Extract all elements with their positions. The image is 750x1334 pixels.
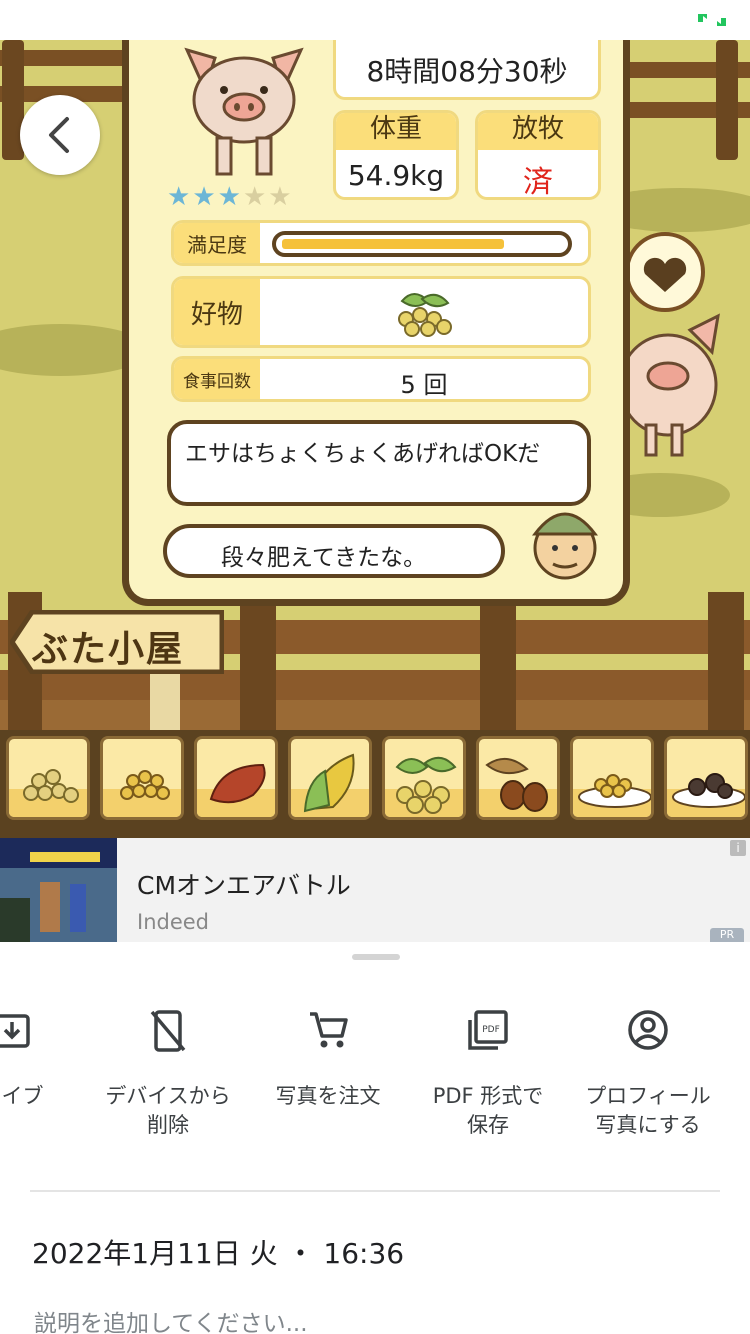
sweet-potato-icon xyxy=(209,763,266,804)
save-pdf-label: PDF 形式で 保存 xyxy=(432,1084,544,1137)
timer-text: 8時間08分30秒 xyxy=(366,55,568,88)
farmer-icon xyxy=(531,512,599,580)
favorite-label: 好物 xyxy=(174,279,260,345)
star-filled-icon: ★ xyxy=(217,182,243,212)
remove-from-device-label: デバイスから 削除 xyxy=(105,1084,231,1137)
ad-banner[interactable]: CMオンエアバトル Indeed i PR xyxy=(0,838,750,942)
save-pdf-button[interactable]: PDF PDF 形式で 保存 xyxy=(408,1008,568,1140)
corn-icon xyxy=(303,753,355,813)
set-profile-photo-button[interactable]: プロフィール 写真にする xyxy=(568,1008,728,1140)
feed-slot-acorn[interactable] xyxy=(476,736,560,820)
ad-pr-badge: PR xyxy=(710,928,744,942)
weight-box: 体重 54.9kg xyxy=(333,110,459,200)
pdf-icon: PDF xyxy=(468,1010,508,1050)
order-photo-label: 写真を注文 xyxy=(275,1084,381,1108)
yellow-grain-icon xyxy=(120,770,170,800)
feed-slot-yellow-grain[interactable] xyxy=(100,736,184,820)
star-filled-icon: ★ xyxy=(192,182,218,212)
ad-thumbnail xyxy=(0,838,117,942)
archive-label: カイブ xyxy=(0,1084,44,1108)
favorite-row: 好物 xyxy=(171,276,591,348)
farmer-speech-text: 段々肥えてきたな。 xyxy=(221,545,427,571)
graze-box: 放牧 済 xyxy=(475,110,601,200)
graze-label: 放牧 xyxy=(478,113,598,150)
feed-slot-soybean[interactable] xyxy=(382,736,466,820)
grain-plate-icon xyxy=(578,774,651,808)
sign-text: ぶた小屋 xyxy=(32,628,185,670)
svg-text:PDF: PDF xyxy=(482,1025,500,1035)
feed-slot-grain[interactable] xyxy=(6,736,90,820)
satisfaction-bar-fill xyxy=(282,239,504,249)
divider xyxy=(30,1190,720,1192)
meals-label: 食事回数 xyxy=(174,359,260,399)
star-filled-icon: ★ xyxy=(167,182,193,212)
grain-icon xyxy=(23,769,79,803)
feed-slot-corn[interactable] xyxy=(288,736,372,820)
meals-row: 食事回数 5 回 xyxy=(171,356,591,402)
satisfaction-bar xyxy=(272,231,572,257)
set-profile-photo-label: プロフィール 写真にする xyxy=(585,1084,711,1137)
timer-box: 8時間08分30秒 xyxy=(333,40,601,100)
photo-date: 2022年1月11日 火 ・ 16:36 xyxy=(32,1237,405,1270)
archive-icon xyxy=(0,1014,30,1048)
star-rating: ★★★★★ xyxy=(167,182,294,212)
remove-from-device-button[interactable]: デバイスから 削除 xyxy=(88,1008,248,1140)
status-bar xyxy=(0,0,750,40)
ad-info-icon[interactable]: i xyxy=(730,840,746,856)
feed-slot-meatball-plate[interactable] xyxy=(664,736,748,820)
sheet-drag-handle[interactable] xyxy=(352,954,400,960)
star-empty-icon: ★ xyxy=(242,182,269,212)
weight-value: 54.9kg xyxy=(347,159,445,192)
chevron-left-icon xyxy=(49,117,69,153)
acorn-icon xyxy=(485,758,548,812)
pig-speech-bubble: エサはちょくちょくあげればOKだ xyxy=(167,420,591,506)
feed-slot-sweet-potato[interactable] xyxy=(194,736,278,820)
satisfaction-label: 満足度 xyxy=(174,223,260,263)
back-button[interactable] xyxy=(20,95,100,175)
weight-label: 体重 xyxy=(336,113,456,150)
fullscreen-icon xyxy=(698,14,726,26)
order-photo-button[interactable]: 写真を注文 xyxy=(248,1008,408,1111)
meatball-plate-icon xyxy=(672,773,745,808)
pig-speech-text: エサはちょくちょくあげればOKだ xyxy=(185,441,541,467)
cart-icon xyxy=(310,1012,348,1048)
soybean-icon xyxy=(395,756,457,814)
graze-value: 済 xyxy=(523,165,553,200)
meals-value: 5 回 xyxy=(400,371,448,399)
archive-button[interactable]: カイブ xyxy=(0,1008,92,1111)
ad-source: Indeed xyxy=(137,910,210,934)
farmer-speech-bubble: 段々肥えてきたな。 xyxy=(163,524,505,578)
phone-off-icon xyxy=(150,1010,186,1052)
account-icon xyxy=(628,1010,668,1050)
description-field[interactable]: 説明を追加してください... xyxy=(34,1304,308,1334)
satisfaction-row: 満足度 xyxy=(171,220,591,266)
feed-slot-grain-plate[interactable] xyxy=(570,736,654,820)
photo-info-sheet: カイブ デバイスから 削除 写真を注文 PDF PDF 形式で 保存 プロフィー… xyxy=(0,942,750,1334)
pig-status-panel: ★★★★★ 8時間08分30秒 体重 54.9kg 放牧 済 満足度 好物 食事… xyxy=(122,40,630,606)
soybean-icon xyxy=(398,293,452,337)
star-empty-icon: ★ xyxy=(268,182,294,212)
game-screenshot: ぶた小屋 ★★★★★ 8時間08分30秒 体重 54.9kg 放牧 済 満足度 … xyxy=(0,40,750,838)
feed-tray xyxy=(0,730,750,838)
pig-icon xyxy=(184,47,304,176)
ad-title[interactable]: CMオンエアバトル xyxy=(137,866,351,902)
